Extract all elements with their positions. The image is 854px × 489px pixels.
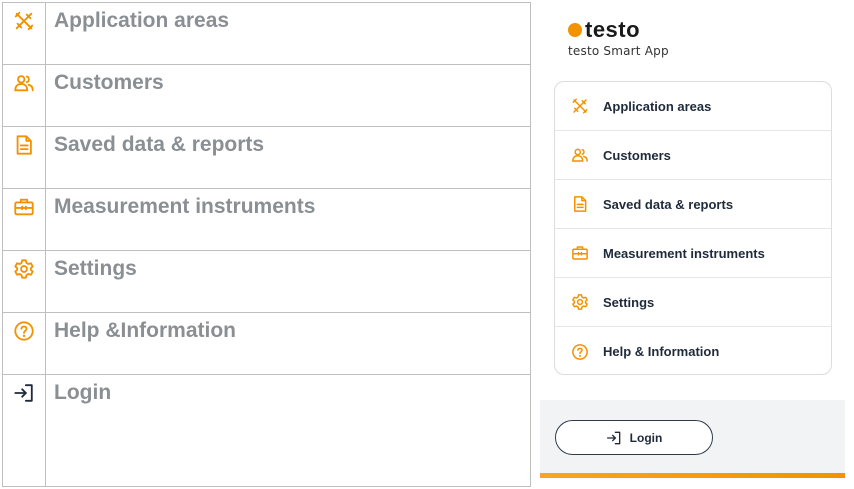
footer: Login xyxy=(540,400,845,478)
login-icon xyxy=(14,384,33,402)
app-subtitle: testo Smart App xyxy=(568,44,669,58)
table-icon-cell xyxy=(2,188,46,251)
help-icon xyxy=(572,343,588,360)
table-row: Help &Information xyxy=(2,312,531,375)
application-areas-icon xyxy=(14,11,34,31)
table-row-label: Settings xyxy=(54,257,137,280)
table-icon-cell xyxy=(2,64,46,127)
table-icon-cell xyxy=(2,312,46,375)
table-row: Measurement instruments xyxy=(2,188,531,251)
table-label-cell: Measurement instruments xyxy=(45,188,531,251)
menu-item-label: Application areas xyxy=(603,98,712,114)
table-row: Login xyxy=(2,374,531,487)
table-icon-cell xyxy=(2,126,46,189)
measurement-instruments-icon xyxy=(14,198,34,216)
help-icon xyxy=(14,321,34,341)
saved-data-icon xyxy=(16,135,32,155)
menu-item-customers[interactable]: Customers xyxy=(555,131,831,180)
table-row-label: Help &Information xyxy=(54,319,236,342)
table-label-cell: Customers xyxy=(45,64,531,127)
table-row-label: Login xyxy=(54,381,112,404)
brand-dot-icon xyxy=(568,23,582,37)
brand: testo testo Smart App xyxy=(568,18,669,58)
table-icon-cell xyxy=(2,374,46,487)
menu-item-label: Customers xyxy=(603,147,671,163)
brand-logo: testo xyxy=(568,18,669,42)
table-label-cell: Settings xyxy=(45,250,531,313)
table-row-label: Saved data & reports xyxy=(54,133,265,156)
table-row: Application areas xyxy=(2,2,531,65)
table-row-label: Measurement instruments xyxy=(54,195,316,218)
main-menu: Application areas Customers Saved data &… xyxy=(554,81,832,375)
login-icon xyxy=(606,431,621,444)
menu-item-settings[interactable]: Settings xyxy=(555,278,831,327)
menu-item-label: Measurement instruments xyxy=(603,245,765,261)
table-row: Saved data & reports xyxy=(2,126,531,189)
menu-item-label: Help & Information xyxy=(603,344,720,359)
customers-icon xyxy=(572,148,588,162)
table-icon-cell xyxy=(2,2,46,65)
settings-icon xyxy=(572,294,588,310)
saved-data-icon xyxy=(574,196,587,212)
app-preview: testo testo Smart App Application areas xyxy=(540,4,845,484)
table-row: Customers xyxy=(2,64,531,127)
measurement-instruments-icon xyxy=(572,246,588,260)
menu-item-measurement-instruments[interactable]: Measurement instruments xyxy=(555,229,831,278)
table-row-label: Application areas xyxy=(54,9,230,32)
table-row: Settings xyxy=(2,250,531,313)
settings-icon xyxy=(14,259,34,279)
menu-item-help[interactable]: Help & Information xyxy=(555,327,831,374)
menu-item-label: Saved data & reports xyxy=(603,196,734,212)
table-label-cell: Application areas xyxy=(45,2,531,65)
login-button[interactable]: Login xyxy=(555,420,713,455)
menu-item-saved-data[interactable]: Saved data & reports xyxy=(555,180,831,229)
accent-bar xyxy=(540,473,845,478)
customers-icon xyxy=(14,75,34,92)
table-icon-cell xyxy=(2,250,46,313)
table-label-cell: Saved data & reports xyxy=(45,126,531,189)
application-areas-icon xyxy=(572,98,588,114)
menu-item-application-areas[interactable]: Application areas xyxy=(555,82,831,131)
menu-item-label: Settings xyxy=(603,294,655,310)
login-label: Login xyxy=(629,430,663,445)
documentation-table: Application areas Customers Saved data &… xyxy=(2,2,531,487)
table-label-cell: Help &Information xyxy=(45,312,531,375)
table-label-cell: Login xyxy=(45,374,531,487)
brand-name: testo xyxy=(585,17,641,42)
table-row-label: Customers xyxy=(54,71,164,94)
